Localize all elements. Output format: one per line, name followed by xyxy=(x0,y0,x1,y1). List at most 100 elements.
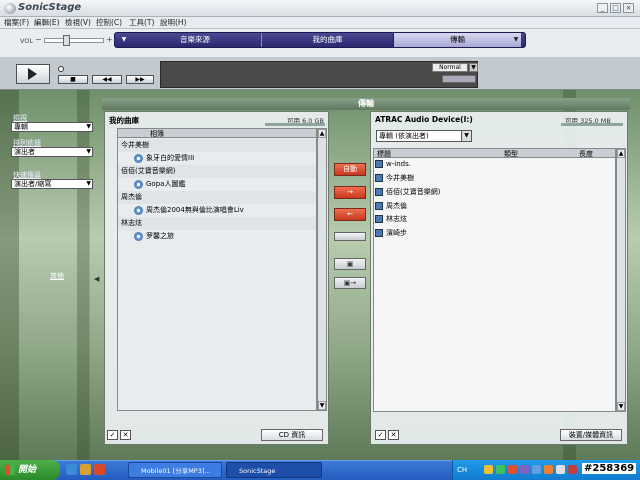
library-vertical-scrollbar[interactable]: ▲ ▼ xyxy=(317,128,327,411)
device-transfer-button[interactable]: ▣→ xyxy=(334,277,366,289)
device-column-header[interactable]: 標題 類型 長度 xyxy=(374,149,615,158)
menu-view[interactable]: 檢視(V) xyxy=(65,17,91,28)
uncheck-all-icon[interactable]: ✕ xyxy=(120,430,131,440)
album-disc-icon xyxy=(134,179,143,189)
device-artist: 林志炫 xyxy=(386,215,407,223)
sort-select[interactable]: 演出者 ▼ xyxy=(11,147,93,157)
list-item[interactable]: 林志炫 xyxy=(118,217,316,230)
tab-transfer[interactable]: 傳輸 xyxy=(393,33,521,47)
list-item[interactable]: 濱崎步 xyxy=(375,227,495,240)
scroll-down-icon[interactable]: ▼ xyxy=(617,402,625,411)
close-button[interactable]: × xyxy=(623,3,634,13)
uncheck-all-icon[interactable]: ✕ xyxy=(388,430,399,440)
list-item[interactable]: 林志炫 xyxy=(375,213,495,226)
chevron-down-icon: ▼ xyxy=(86,123,91,130)
volume-up-icon[interactable]: + xyxy=(106,35,113,44)
length-column-label[interactable]: 長度 xyxy=(579,149,593,159)
transfer-to-library-button[interactable]: ← xyxy=(334,208,366,221)
device-capacity-bar xyxy=(561,123,623,126)
device-artist: 今井美樹 xyxy=(386,174,414,182)
previous-button[interactable]: ◀◀ xyxy=(92,75,122,84)
device-info-button[interactable]: 裝置/媒體資訊 xyxy=(560,429,622,441)
tab-dropdown-icon[interactable]: ▼ xyxy=(511,33,521,47)
position-indicator[interactable] xyxy=(58,66,64,72)
list-item[interactable]: 罗馨之旅 xyxy=(118,230,316,243)
tab-my-library[interactable]: 我的曲庫 xyxy=(262,33,393,47)
tray-icon[interactable] xyxy=(568,465,577,474)
auto-transfer-button[interactable]: 自動 xyxy=(334,163,366,176)
cd-info-button[interactable]: CD 資訊 xyxy=(261,429,323,441)
collapse-sidebar-icon[interactable]: ◀ xyxy=(94,275,99,283)
view-select[interactable]: 專輯 ▼ xyxy=(11,122,93,132)
tray-icon[interactable] xyxy=(556,465,565,474)
volume-label: VOL xyxy=(20,37,34,45)
play-mode-select[interactable]: Normal xyxy=(432,63,468,72)
tab-music-source[interactable]: 音樂來源 xyxy=(129,33,261,47)
minimize-button[interactable]: _ xyxy=(597,3,608,13)
device-artist: 周杰倫 xyxy=(386,202,407,210)
transfer-box-icon: ▣→ xyxy=(343,279,357,287)
list-item[interactable]: 象牙白的愛情III xyxy=(118,152,316,165)
browser-icon[interactable] xyxy=(66,464,77,475)
quick-search-select[interactable]: 演出者/縮寫 ▼ xyxy=(11,179,93,189)
album-disc-icon xyxy=(134,153,143,163)
device-footer: ✓ ✕ 裝置/媒體資訊 xyxy=(375,429,625,442)
tray-icon[interactable] xyxy=(544,465,553,474)
scroll-up-icon[interactable]: ▲ xyxy=(318,129,326,138)
list-item[interactable]: 周杰倫 xyxy=(375,200,495,213)
list-item[interactable]: w-inds. xyxy=(375,158,495,171)
maximize-button[interactable]: □ xyxy=(610,3,621,13)
device-view-select[interactable]: 專輯 (依演出者) xyxy=(376,130,462,142)
volume-slider[interactable] xyxy=(44,38,104,43)
volume-down-icon[interactable]: − xyxy=(35,35,42,44)
folder-icon[interactable] xyxy=(80,464,91,475)
tray-icon[interactable] xyxy=(532,465,541,474)
check-all-icon[interactable]: ✓ xyxy=(107,430,118,440)
list-item[interactable]: 周杰倫 xyxy=(118,191,316,204)
transfer-to-device-button[interactable]: → xyxy=(334,186,366,199)
type-column-label[interactable]: 類型 xyxy=(504,149,518,159)
chevron-down-icon[interactable]: ▼ xyxy=(461,130,472,142)
menu-file[interactable]: 檔案(F) xyxy=(4,17,29,28)
taskbar-item-mobile01[interactable]: Mobile01 [分享MP3]... xyxy=(128,462,222,478)
menu-help[interactable]: 說明(H) xyxy=(160,17,187,28)
library-capacity-bar xyxy=(265,123,325,126)
tray-icon[interactable] xyxy=(484,465,493,474)
device-artist: 佰佰(艾寶音樂網) xyxy=(386,188,441,196)
person-icon xyxy=(375,174,383,182)
tray-icon[interactable] xyxy=(508,465,517,474)
list-item[interactable]: 佰佰(艾寶音樂網) xyxy=(375,186,495,199)
volume-knob[interactable] xyxy=(62,35,70,46)
scroll-up-icon[interactable]: ▲ xyxy=(617,149,625,158)
tab-menu-icon[interactable]: ▼ xyxy=(119,33,129,47)
tray-icon[interactable] xyxy=(496,465,505,474)
library-column-header[interactable]: 相簿 xyxy=(118,129,316,138)
check-all-icon[interactable]: ✓ xyxy=(375,430,386,440)
menu-tools[interactable]: 工具(T) xyxy=(129,17,154,28)
media-icon[interactable] xyxy=(94,464,105,475)
list-item[interactable]: 周杰倫2004無與倫比演唱會Liv xyxy=(118,204,316,217)
toolbox-button[interactable]: ▣ xyxy=(334,258,366,270)
list-item[interactable]: 佰佰(艾寶音樂網) xyxy=(118,165,316,178)
menu-edit[interactable]: 編輯(E) xyxy=(34,17,60,28)
device-title: ATRAC Audio Device(I:) xyxy=(375,115,473,124)
taskbar-item-sonicstage[interactable]: SonicStage xyxy=(226,462,322,478)
more-link[interactable]: 其他 xyxy=(50,271,64,281)
list-item[interactable]: 今井美樹 xyxy=(375,172,495,185)
next-button[interactable]: ▶▶ xyxy=(126,75,154,84)
display-buttons[interactable] xyxy=(442,75,476,83)
tray-icon[interactable] xyxy=(520,465,529,474)
album-disc-icon xyxy=(134,231,143,241)
windows-logo-icon xyxy=(5,465,15,475)
person-icon xyxy=(375,188,383,196)
device-vertical-scrollbar[interactable]: ▲ ▼ xyxy=(616,148,626,412)
play-mode-arrow-icon[interactable]: ▼ xyxy=(469,63,478,72)
list-item[interactable]: Gopa人圖鑑 xyxy=(118,178,316,191)
stop-button[interactable]: ■ xyxy=(58,75,88,84)
menu-control[interactable]: 控制(C) xyxy=(96,17,122,28)
device-artist: 濱崎步 xyxy=(386,229,407,237)
list-item[interactable]: 今井美樹 xyxy=(118,139,316,152)
input-language-indicator[interactable]: CH xyxy=(457,466,467,474)
scroll-down-icon[interactable]: ▼ xyxy=(318,401,326,410)
divider-button xyxy=(334,232,366,241)
